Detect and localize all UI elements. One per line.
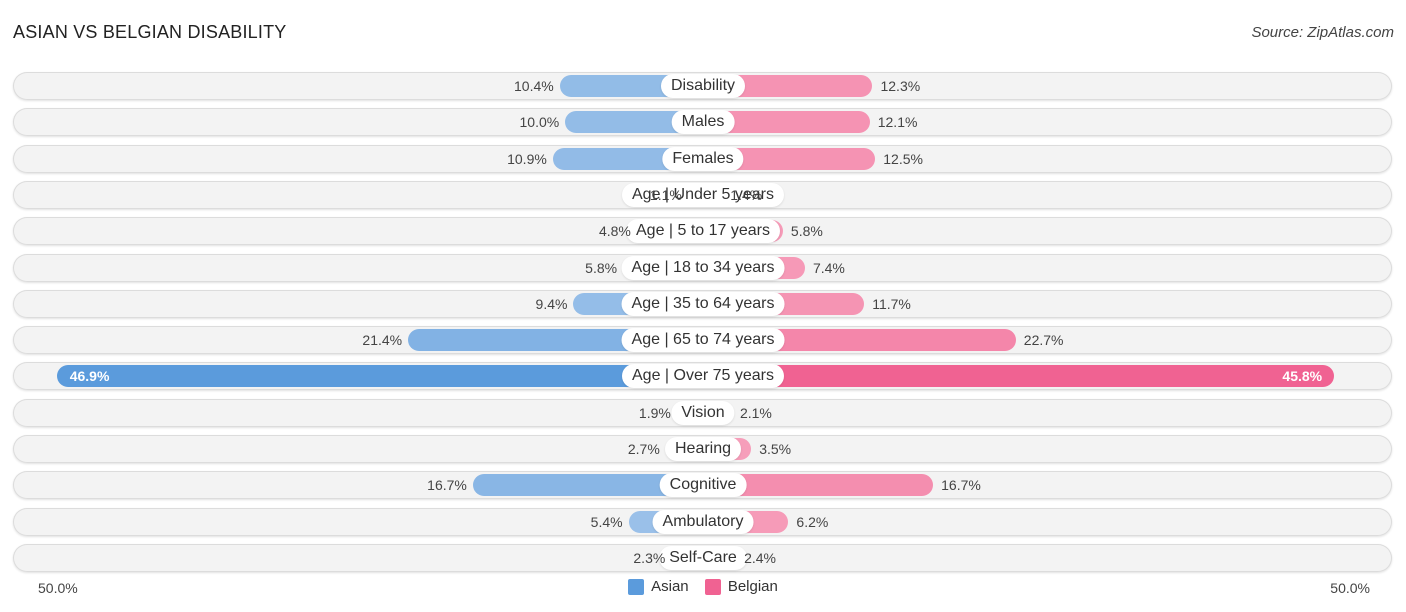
bar-asian[interactable] bbox=[56, 365, 703, 388]
category-label: Disability bbox=[660, 74, 746, 98]
value-label-asian: 5.4% bbox=[590, 513, 623, 530]
legend-label-asian: Asian bbox=[651, 578, 689, 595]
value-label-asian: 10.0% bbox=[519, 114, 560, 131]
value-label-asian: 2.7% bbox=[627, 441, 660, 457]
value-label-asian: 10.4% bbox=[514, 78, 554, 94]
value-label-belgian: 1.4% bbox=[730, 186, 763, 203]
category-label: Self-Care bbox=[659, 545, 747, 570]
value-label-asian: 2.3% bbox=[633, 549, 666, 566]
legend: Asian Belgian bbox=[0, 578, 1406, 599]
category-label: Hearing bbox=[664, 437, 742, 461]
value-label-belgian: 2.4% bbox=[744, 549, 776, 566]
value-label-asian: 16.7% bbox=[427, 477, 467, 494]
value-label-belgian: 2.1% bbox=[739, 404, 772, 421]
category-label: Ambulatory bbox=[652, 509, 754, 534]
legend-item-belgian[interactable]: Belgian bbox=[704, 578, 778, 595]
category-label: Females bbox=[662, 146, 744, 171]
value-label-belgian: 3.5% bbox=[759, 441, 792, 457]
value-label-belgian: 12.1% bbox=[877, 114, 918, 131]
legend-item-asian[interactable]: Asian bbox=[628, 578, 689, 595]
category-label: Cognitive bbox=[659, 473, 747, 498]
value-label-belgian: 6.2% bbox=[796, 513, 829, 530]
legend-swatch-asian bbox=[628, 578, 645, 595]
value-label-asian: 5.8% bbox=[585, 259, 618, 276]
category-label: Age | 35 to 64 years bbox=[621, 291, 785, 316]
chart-plot-area: Disability 10.4% 12.3% Males 10.0% 12.1% Femal… bbox=[0, 0, 1406, 612]
category-label: Age | 5 to 17 years bbox=[625, 219, 781, 244]
value-label-asian: 4.8% bbox=[598, 223, 631, 240]
value-label-asian: 1.9% bbox=[638, 404, 671, 421]
legend-label-belgian: Belgian bbox=[727, 578, 778, 595]
value-label-asian: 9.4% bbox=[535, 295, 568, 312]
value-label-belgian: 12.5% bbox=[883, 150, 923, 167]
value-label-belgian: 5.8% bbox=[790, 223, 823, 240]
value-label-asian: 46.9% bbox=[69, 368, 110, 385]
category-label: Age | Over 75 years bbox=[622, 364, 784, 389]
value-label-belgian: 11.7% bbox=[872, 295, 911, 312]
bar-belgian[interactable] bbox=[703, 365, 1335, 388]
value-label-belgian: 12.3% bbox=[880, 78, 921, 94]
value-label-asian: 21.4% bbox=[362, 332, 403, 349]
value-label-belgian: 7.4% bbox=[812, 259, 845, 276]
category-label: Age | 65 to 74 years bbox=[621, 328, 785, 353]
category-label: Vision bbox=[671, 400, 735, 425]
value-label-asian: 1.1% bbox=[649, 186, 682, 203]
category-label: Age | 18 to 34 years bbox=[621, 255, 785, 280]
category-label: Males bbox=[671, 110, 735, 135]
value-label-belgian: 22.7% bbox=[1023, 332, 1064, 349]
value-label-belgian: 45.8% bbox=[1282, 368, 1323, 385]
legend-swatch-belgian bbox=[704, 578, 721, 595]
value-label-asian: 10.9% bbox=[507, 150, 547, 167]
value-label-belgian: 16.7% bbox=[941, 477, 981, 494]
